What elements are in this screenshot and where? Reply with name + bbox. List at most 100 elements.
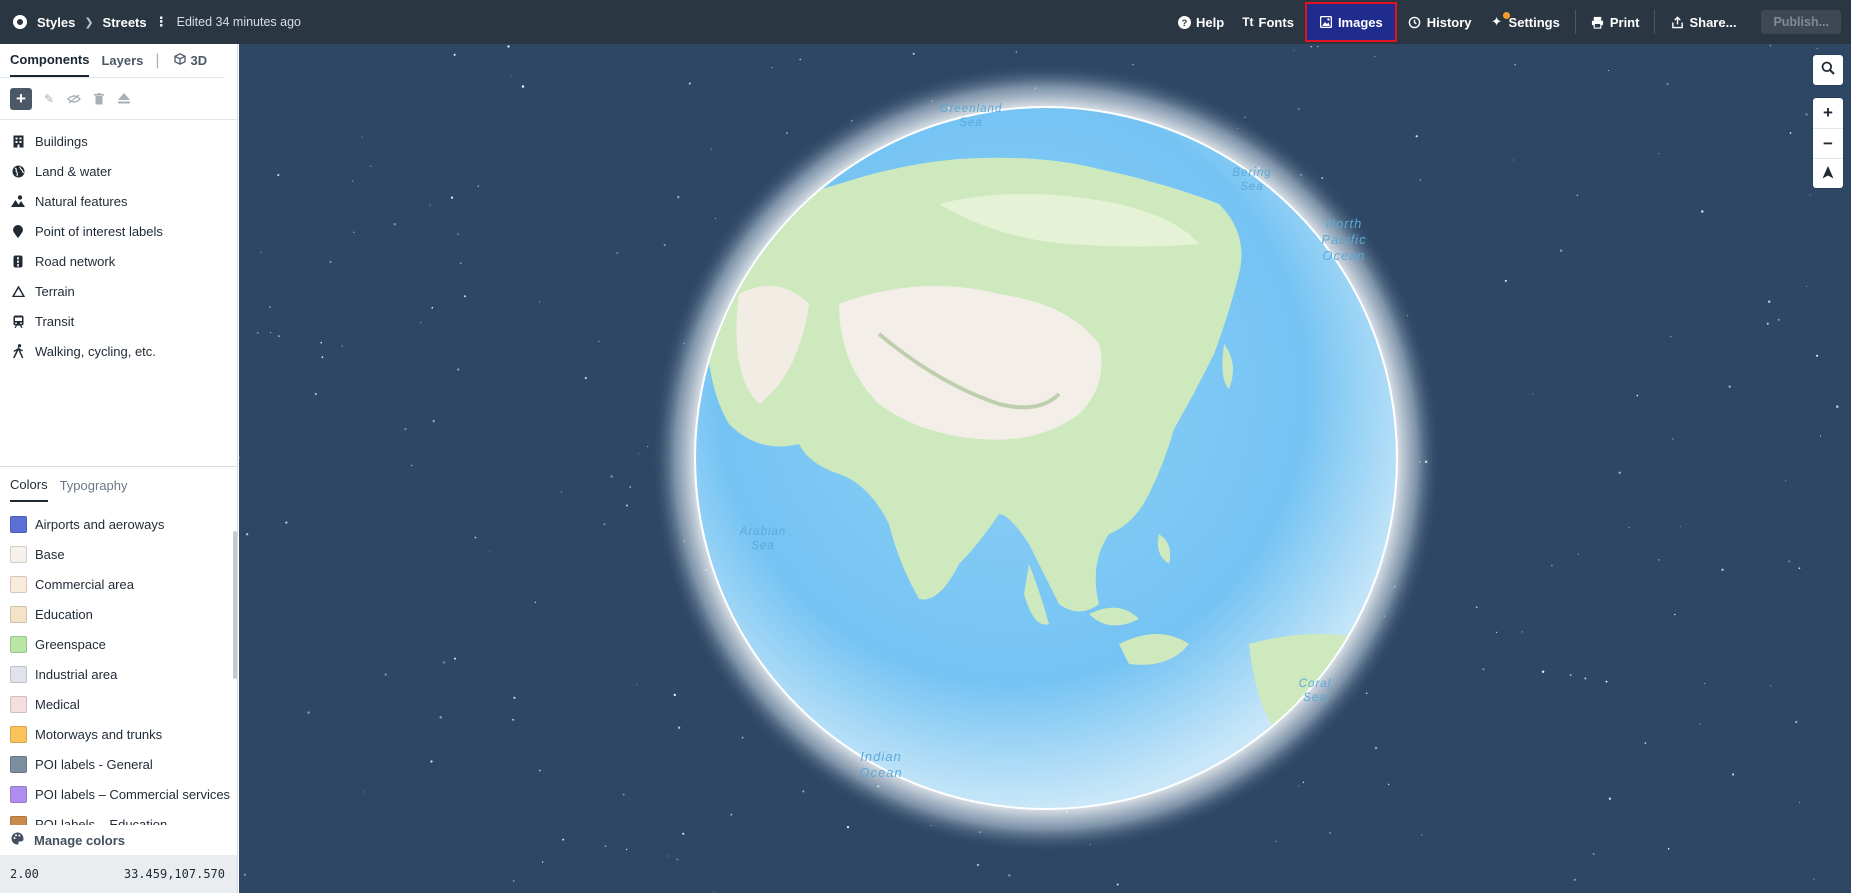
map-label-arabian-sea: Arabian: [739, 526, 787, 538]
color-swatch[interactable]: [10, 725, 27, 743]
map-canvas[interactable]: Greenland Sea Bering Sea North Pacific O…: [239, 44, 1851, 893]
color-item[interactable]: POI labels – Education: [0, 809, 237, 825]
color-label: Airports and aeroways: [35, 516, 165, 532]
compass-button[interactable]: [1813, 158, 1843, 188]
globe[interactable]: Greenland Sea Bering Sea North Pacific O…: [239, 44, 1851, 893]
color-item[interactable]: Greenspace: [0, 629, 237, 659]
map-label-greenland-sea: Greenland: [940, 103, 1003, 115]
tab-colors[interactable]: Colors: [10, 469, 48, 502]
tab-layers[interactable]: Layers: [101, 45, 143, 76]
component-item-poi-labels[interactable]: Point of interest labels: [0, 216, 237, 246]
component-item-walking-cycling[interactable]: Walking, cycling, etc.: [0, 336, 237, 366]
colors-tabs: Colors Typography: [0, 467, 237, 503]
map-label-indian-ocean: Indian: [860, 749, 901, 764]
color-item[interactable]: Education: [0, 599, 237, 629]
color-list-scrollbar[interactable]: [233, 531, 237, 679]
zoom-in-button[interactable]: +: [1813, 98, 1843, 128]
map-label-coral-sea: Coral: [1299, 678, 1331, 690]
trash-icon[interactable]: [90, 90, 108, 108]
map-label-greenland-sea: Sea: [959, 117, 982, 129]
component-item-transit[interactable]: Transit: [0, 306, 237, 336]
style-menu-button[interactable]: ⋮: [155, 14, 168, 30]
color-label: Medical: [35, 696, 80, 712]
component-label: Transit: [35, 313, 75, 329]
tab-3d[interactable]: 3D: [173, 53, 207, 68]
history-label: History: [1426, 14, 1472, 30]
component-item-road-network[interactable]: Road network: [0, 246, 237, 276]
status-bar: 2.00 33.459,107.570: [0, 855, 237, 893]
settings-button[interactable]: ✦ Settings: [1481, 0, 1569, 44]
color-swatch[interactable]: [10, 575, 27, 593]
component-label: Road network: [35, 253, 116, 269]
edited-status: Edited 34 minutes ago: [176, 15, 301, 29]
share-button[interactable]: Share...: [1661, 0, 1745, 44]
help-label: Help: [1196, 14, 1225, 30]
color-item[interactable]: Commercial area: [0, 569, 237, 599]
color-item[interactable]: Airports and aeroways: [0, 509, 237, 539]
component-label: Walking, cycling, etc.: [35, 343, 156, 359]
fonts-button[interactable]: Tt Fonts: [1233, 0, 1303, 44]
color-item[interactable]: POI labels – Commercial services: [0, 779, 237, 809]
map-label-north-pacific: Ocean: [1322, 248, 1365, 263]
color-label: Motorways and trunks: [35, 726, 163, 742]
color-swatch[interactable]: [10, 605, 27, 623]
color-item[interactable]: Medical: [0, 689, 237, 719]
color-swatch[interactable]: [10, 755, 27, 773]
color-label: Greenspace: [35, 636, 106, 652]
map-label-arabian-sea: Sea: [751, 540, 774, 552]
help-icon: ?: [1177, 15, 1191, 29]
road-icon: [11, 254, 25, 268]
breadcrumb-styles[interactable]: Styles: [37, 15, 75, 30]
tab-typography[interactable]: Typography: [60, 470, 128, 501]
component-item-terrain[interactable]: Terrain: [0, 276, 237, 306]
map-label-indian-ocean: Ocean: [859, 765, 902, 780]
breadcrumb: Styles ❯ Streets ⋮ Edited 34 minutes ago: [0, 0, 301, 44]
component-label: Buildings: [35, 133, 88, 149]
settings-sparkle-icon: ✦: [1491, 14, 1502, 29]
mapbox-logo-icon[interactable]: [13, 15, 27, 29]
manage-colors-label: Manage colors: [34, 832, 126, 848]
eject-icon[interactable]: [115, 90, 133, 108]
tab-components[interactable]: Components: [10, 44, 90, 77]
color-swatch[interactable]: [10, 695, 27, 713]
divider: [1574, 10, 1576, 34]
color-swatch[interactable]: [10, 815, 27, 825]
color-swatch[interactable]: [10, 785, 27, 803]
color-item[interactable]: Industrial area: [0, 659, 237, 689]
edit-component-icon[interactable]: ✎: [40, 90, 58, 108]
image-icon: [1319, 15, 1333, 29]
help-button[interactable]: ? Help: [1168, 0, 1233, 44]
component-label: Land & water: [35, 163, 112, 179]
zoom-out-button[interactable]: −: [1813, 128, 1843, 158]
component-list: Buildings Land & water Natural features …: [0, 120, 237, 366]
breadcrumb-current-style[interactable]: Streets: [103, 15, 147, 30]
color-swatch[interactable]: [10, 665, 27, 683]
color-item[interactable]: POI labels - General: [0, 749, 237, 779]
component-item-natural-features[interactable]: Natural features: [0, 186, 237, 216]
map-search-button[interactable]: [1813, 55, 1843, 85]
transit-icon: [11, 314, 25, 328]
images-label: Images: [1337, 14, 1383, 30]
color-swatch[interactable]: [10, 515, 27, 533]
hide-icon[interactable]: [65, 90, 83, 108]
component-item-buildings[interactable]: Buildings: [0, 126, 237, 156]
history-button[interactable]: History: [1399, 0, 1481, 44]
component-label: Terrain: [35, 283, 75, 299]
images-button[interactable]: Images: [1304, 2, 1397, 42]
color-swatch[interactable]: [10, 635, 27, 653]
map-label-north-pacific: North: [1326, 216, 1363, 231]
print-button[interactable]: Print: [1582, 0, 1649, 44]
add-component-button[interactable]: +: [10, 87, 32, 110]
publish-button[interactable]: Publish...: [1761, 10, 1841, 34]
color-label: Industrial area: [35, 666, 118, 682]
building-icon: [11, 134, 25, 148]
colors-panel: Colors Typography Airports and aeroways B…: [0, 466, 237, 893]
natural-features-icon: [11, 194, 25, 208]
color-item[interactable]: Motorways and trunks: [0, 719, 237, 749]
color-item[interactable]: Base: [0, 539, 237, 569]
history-icon: [1408, 15, 1422, 29]
manage-colors-button[interactable]: Manage colors: [0, 825, 237, 855]
color-swatch[interactable]: [10, 545, 27, 563]
component-item-land-water[interactable]: Land & water: [0, 156, 237, 186]
sidebar: Components Layers | 3D + ✎ Buildings Lan…: [0, 44, 238, 893]
